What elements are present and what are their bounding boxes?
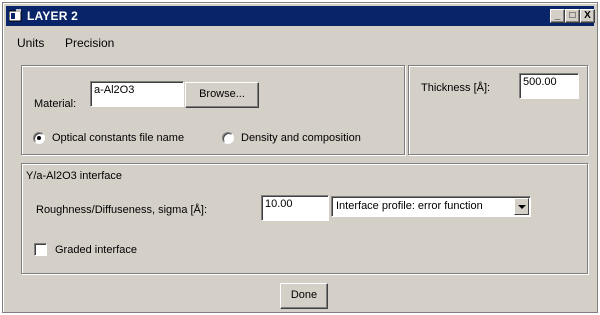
minimize-button[interactable]: _ bbox=[550, 9, 565, 23]
title-bar[interactable]: LAYER 2 _ □ X bbox=[6, 6, 595, 26]
thickness-group: Thickness [Å]: 500.00 bbox=[408, 65, 588, 155]
interface-profile-dropdown[interactable]: Interface profile: error function bbox=[331, 196, 531, 217]
thickness-label: Thickness [Å]: bbox=[421, 82, 491, 94]
interface-title: Y/a-Al2O3 interface bbox=[26, 170, 122, 182]
graded-interface-checkbox[interactable] bbox=[34, 243, 47, 256]
roughness-field[interactable]: 10.00 bbox=[261, 195, 329, 221]
material-field[interactable]: a-Al2O3 bbox=[90, 81, 184, 107]
done-button[interactable]: Done bbox=[280, 283, 328, 309]
radio-selected-dot bbox=[37, 136, 41, 140]
material-label: Material: bbox=[34, 98, 77, 110]
layer-window: LAYER 2 _ □ X Units Precision Material: … bbox=[2, 2, 598, 313]
interface-group: Y/a-Al2O3 interface Roughness/Diffusenes… bbox=[21, 163, 588, 274]
roughness-label: Roughness/Diffuseness, sigma [Å]: bbox=[36, 204, 207, 216]
radio-optical-constants[interactable] bbox=[33, 132, 45, 144]
interface-profile-value: Interface profile: error function bbox=[336, 200, 483, 212]
menu-precision[interactable]: Precision bbox=[65, 36, 114, 50]
graded-interface-label: Graded interface bbox=[55, 244, 137, 256]
window-title: LAYER 2 bbox=[27, 9, 78, 23]
maximize-button[interactable]: □ bbox=[565, 9, 580, 23]
chevron-down-icon[interactable] bbox=[514, 198, 529, 215]
radio-density-composition[interactable] bbox=[222, 132, 234, 144]
window-icon bbox=[8, 9, 22, 22]
close-button[interactable]: X bbox=[580, 9, 595, 23]
density-composition-label: Density and composition bbox=[241, 132, 361, 144]
browse-button[interactable]: Browse... bbox=[185, 82, 259, 108]
optical-constants-label: Optical constants file name bbox=[52, 132, 185, 144]
material-group: Material: a-Al2O3 Browse... Optical cons… bbox=[21, 65, 405, 155]
menu-units[interactable]: Units bbox=[17, 36, 44, 50]
thickness-field[interactable]: 500.00 bbox=[519, 73, 579, 99]
